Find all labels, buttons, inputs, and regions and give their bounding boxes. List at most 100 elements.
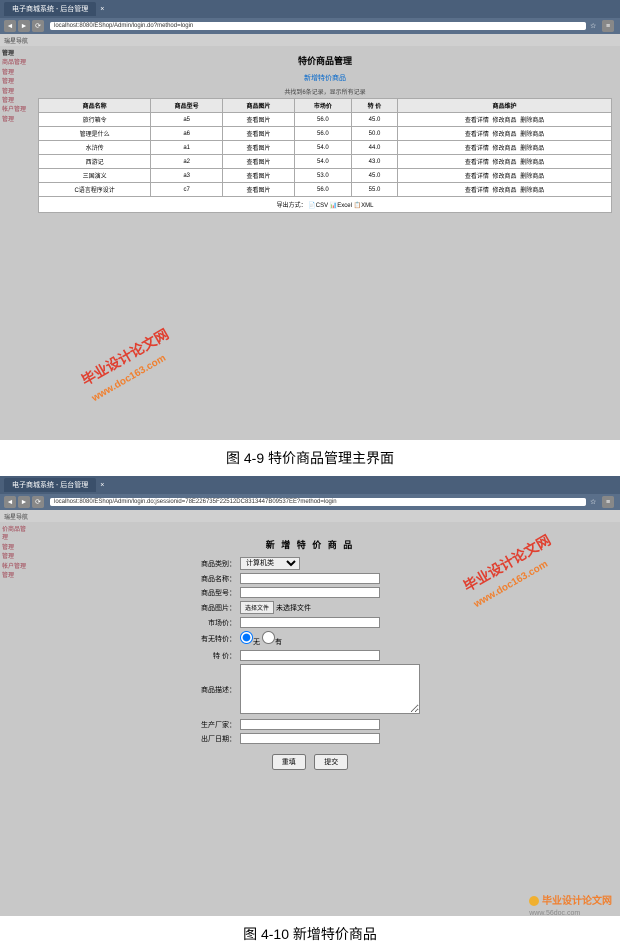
- op-view[interactable]: 查看详情: [465, 160, 489, 166]
- add-product-link[interactable]: 新增特价商品: [304, 75, 346, 82]
- op-view[interactable]: 查看详情: [465, 132, 489, 138]
- market-input[interactable]: [240, 617, 380, 628]
- url-field[interactable]: localhost:8080/EShop/Admin/login.do?meth…: [50, 22, 586, 30]
- cell-market: 53.0: [294, 169, 351, 183]
- screenshot-1: 电子商城系统 - 后台管理 × ◄ ► ⟳ localhost:8080/ESh…: [0, 0, 620, 440]
- bookmark-link[interactable]: 瑞星导航: [4, 36, 28, 45]
- sidebar-item[interactable]: 管理: [2, 553, 28, 561]
- op-del[interactable]: 删除商品: [520, 160, 544, 166]
- submit-button[interactable]: 提交: [314, 754, 348, 770]
- op-edit[interactable]: 修改商品: [493, 146, 517, 152]
- date-input[interactable]: [240, 733, 380, 744]
- sidebar-item[interactable]: 管理: [2, 116, 28, 124]
- sidebar-item[interactable]: 帐户管理: [2, 563, 28, 571]
- op-del[interactable]: 删除商品: [520, 132, 544, 138]
- op-edit[interactable]: 修改商品: [493, 160, 517, 166]
- sidebar-item[interactable]: 管理: [2, 69, 28, 77]
- menu-icon[interactable]: ≡: [602, 20, 614, 32]
- file-button[interactable]: 选择文件: [240, 601, 274, 614]
- table-row: C语言程序设计 c7 查看图片 56.0 55.0 查看详情 修改商品 删除商品: [39, 183, 612, 197]
- maker-input[interactable]: [240, 719, 380, 730]
- desc-label: 商品描述：: [150, 685, 240, 695]
- watermark-2: 毕业设计论文网 www.doc163.com: [460, 530, 563, 610]
- op-del[interactable]: 删除商品: [520, 146, 544, 152]
- sidebar-item[interactable]: 帐户管理: [2, 106, 28, 114]
- cell-market: 56.0: [294, 113, 351, 127]
- radio-no[interactable]: [240, 631, 253, 644]
- desc-textarea[interactable]: [240, 664, 420, 714]
- star-icon[interactable]: ☆: [590, 22, 602, 30]
- cell-market: 54.0: [294, 155, 351, 169]
- tab-close-icon[interactable]: ×: [100, 482, 104, 489]
- model-label: 商品型号：: [150, 588, 240, 598]
- address-bar: ◄ ► ⟳ localhost:8080/EShop/Admin/login.d…: [0, 494, 620, 510]
- name-input[interactable]: [240, 573, 380, 584]
- sidebar-item[interactable]: 管理: [2, 572, 28, 580]
- reset-button[interactable]: 重填: [272, 754, 306, 770]
- th-img: 商品图片: [223, 99, 295, 113]
- cell-ops: 查看详情 修改商品 删除商品: [398, 141, 612, 155]
- reload-icon[interactable]: ⟳: [32, 20, 44, 32]
- op-del[interactable]: 删除商品: [520, 118, 544, 124]
- model-input[interactable]: [240, 587, 380, 598]
- cell-img[interactable]: 查看图片: [223, 155, 295, 169]
- sidebar-header: 管理: [2, 50, 28, 58]
- sidebar-item[interactable]: 管理: [2, 97, 28, 105]
- tab-close-icon[interactable]: ×: [100, 6, 104, 13]
- address-bar: ◄ ► ⟳ localhost:8080/EShop/Admin/login.d…: [0, 18, 620, 34]
- admin-sidebar: 价商品管理 管理 管理 帐户管理 管理: [0, 522, 30, 585]
- export-xml[interactable]: XML: [361, 203, 373, 209]
- cell-name: 水浒传: [39, 141, 151, 155]
- reload-icon[interactable]: ⟳: [32, 496, 44, 508]
- op-view[interactable]: 查看详情: [465, 174, 489, 180]
- browser-tab[interactable]: 电子商城系统 - 后台管理: [4, 2, 96, 16]
- menu-icon[interactable]: ≡: [602, 496, 614, 508]
- op-edit[interactable]: 修改商品: [493, 174, 517, 180]
- bookmark-link[interactable]: 瑞星导航: [4, 512, 28, 521]
- cell-special: 50.0: [351, 127, 397, 141]
- image-label: 商品图片：: [150, 603, 240, 613]
- browser-tab[interactable]: 电子商城系统 - 后台管理: [4, 478, 96, 492]
- op-del[interactable]: 删除商品: [520, 174, 544, 180]
- export-excel[interactable]: Excel: [337, 203, 352, 209]
- sidebar-item[interactable]: 管理: [2, 88, 28, 96]
- table-row: 旅行箱令 a5 查看图片 56.0 45.0 查看详情 修改商品 删除商品: [39, 113, 612, 127]
- sidebar-item[interactable]: 管理: [2, 544, 28, 552]
- sidebar-item[interactable]: 商品管理: [2, 59, 28, 67]
- cell-model: a2: [151, 155, 223, 169]
- special-input[interactable]: [240, 650, 380, 661]
- products-table: 商品名称 商品型号 商品图片 市场价 特 价 商品维护 旅行箱令 a5 查看图片…: [38, 98, 612, 197]
- export-csv[interactable]: CSV: [316, 203, 328, 209]
- cell-img[interactable]: 查看图片: [223, 183, 295, 197]
- category-select[interactable]: 计算机类: [240, 557, 300, 570]
- cell-img[interactable]: 查看图片: [223, 127, 295, 141]
- forward-icon[interactable]: ►: [18, 496, 30, 508]
- star-icon[interactable]: ☆: [590, 498, 602, 506]
- cell-model: a6: [151, 127, 223, 141]
- url-field[interactable]: localhost:8080/EShop/Admin/login.do;jses…: [50, 498, 586, 506]
- sidebar-item[interactable]: 价商品管理: [2, 526, 28, 543]
- cell-img[interactable]: 查看图片: [223, 169, 295, 183]
- forward-icon[interactable]: ►: [18, 20, 30, 32]
- back-icon[interactable]: ◄: [4, 20, 16, 32]
- back-icon[interactable]: ◄: [4, 496, 16, 508]
- op-del[interactable]: 删除商品: [520, 188, 544, 194]
- category-label: 商品类别：: [150, 559, 240, 569]
- op-edit[interactable]: 修改商品: [493, 118, 517, 124]
- op-view[interactable]: 查看详情: [465, 188, 489, 194]
- cell-img[interactable]: 查看图片: [223, 141, 295, 155]
- radio-yes[interactable]: [262, 631, 275, 644]
- sidebar-item[interactable]: 管理: [2, 78, 28, 86]
- maker-label: 生产厂家：: [150, 720, 240, 730]
- has-special-label: 有无特价：: [150, 634, 240, 644]
- op-view[interactable]: 查看详情: [465, 118, 489, 124]
- logo-icon: [529, 896, 539, 906]
- cell-name: C语言程序设计: [39, 183, 151, 197]
- main-panel: 特价商品管理 新增特价商品 共找到6条记录，显示所有记录 商品名称 商品型号 商…: [30, 46, 620, 217]
- market-label: 市场价：: [150, 618, 240, 628]
- date-label: 出厂日期：: [150, 734, 240, 744]
- op-edit[interactable]: 修改商品: [493, 188, 517, 194]
- op-edit[interactable]: 修改商品: [493, 132, 517, 138]
- op-view[interactable]: 查看详情: [465, 146, 489, 152]
- cell-img[interactable]: 查看图片: [223, 113, 295, 127]
